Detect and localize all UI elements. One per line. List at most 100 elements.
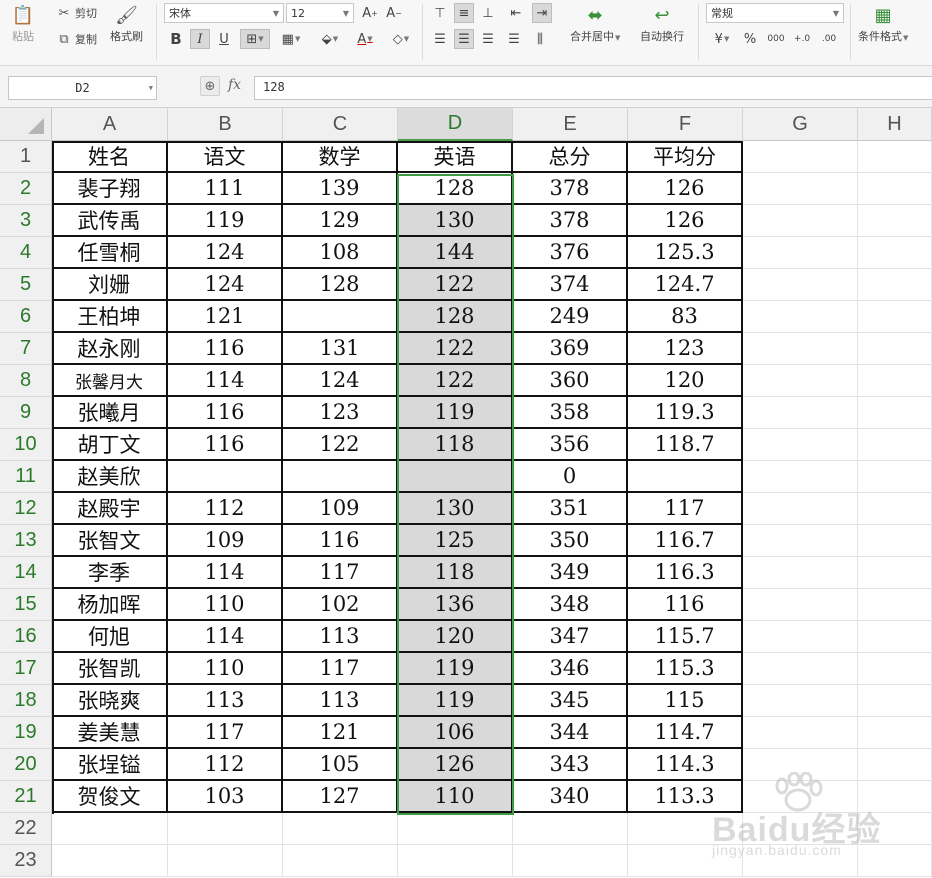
align-bottom-icon[interactable]: ⊥ bbox=[478, 3, 498, 23]
cell-c5[interactable]: 128 bbox=[283, 269, 398, 301]
cell-g13[interactable] bbox=[743, 525, 858, 557]
formula-input[interactable]: 128 bbox=[254, 76, 932, 100]
cell-h1[interactable] bbox=[858, 141, 932, 173]
cell-d1[interactable]: 英语 bbox=[398, 141, 513, 173]
column-header-e[interactable]: E bbox=[513, 108, 628, 141]
cell-g18[interactable] bbox=[743, 685, 858, 717]
cell-a18[interactable]: 张晓爽 bbox=[52, 685, 168, 717]
cell-g7[interactable] bbox=[743, 333, 858, 365]
cell-g15[interactable] bbox=[743, 589, 858, 621]
italic-icon[interactable]: I bbox=[190, 29, 210, 49]
row-header-19[interactable]: 19 bbox=[0, 717, 52, 749]
cell-e13[interactable]: 350 bbox=[513, 525, 628, 557]
underline-icon[interactable]: U bbox=[214, 29, 234, 49]
cell-a3[interactable]: 武传禹 bbox=[52, 205, 168, 237]
cell-a10[interactable]: 胡丁文 bbox=[52, 429, 168, 461]
cell-c8[interactable]: 124 bbox=[283, 365, 398, 397]
cell-h17[interactable] bbox=[858, 653, 932, 685]
cell-d3[interactable]: 130 bbox=[398, 205, 513, 237]
cell-f8[interactable]: 120 bbox=[628, 365, 743, 397]
cell-f1[interactable]: 平均分 bbox=[628, 141, 743, 173]
row-header-11[interactable]: 11 bbox=[0, 461, 52, 493]
cell-d11[interactable] bbox=[398, 461, 513, 493]
cell-d20[interactable]: 126 bbox=[398, 749, 513, 781]
cell-h3[interactable] bbox=[858, 205, 932, 237]
cell-b11[interactable] bbox=[168, 461, 283, 493]
cell-h13[interactable] bbox=[858, 525, 932, 557]
cell-c19[interactable]: 121 bbox=[283, 717, 398, 749]
distributed-icon[interactable]: ⫼ bbox=[530, 29, 550, 49]
cell-h6[interactable] bbox=[858, 301, 932, 333]
cell-e2[interactable]: 378 bbox=[513, 173, 628, 205]
increase-font-size-icon[interactable]: A + bbox=[360, 3, 380, 23]
cell-c14[interactable]: 117 bbox=[283, 557, 398, 589]
cell-f3[interactable]: 126 bbox=[628, 205, 743, 237]
cell-a6[interactable]: 王柏坤 bbox=[52, 301, 168, 333]
cell-g16[interactable] bbox=[743, 621, 858, 653]
cell-b1[interactable]: 语文 bbox=[168, 141, 283, 173]
cell-c17[interactable]: 117 bbox=[283, 653, 398, 685]
cell-g9[interactable] bbox=[743, 397, 858, 429]
cell-h12[interactable] bbox=[858, 493, 932, 525]
cell-c12[interactable]: 109 bbox=[283, 493, 398, 525]
cell-e12[interactable]: 351 bbox=[513, 493, 628, 525]
row-header-8[interactable]: 8 bbox=[0, 365, 52, 397]
align-center-icon[interactable]: ☰ bbox=[454, 29, 474, 49]
cell-c3[interactable]: 129 bbox=[283, 205, 398, 237]
cell-d22[interactable] bbox=[398, 813, 513, 845]
cell-h7[interactable] bbox=[858, 333, 932, 365]
cell-e20[interactable]: 343 bbox=[513, 749, 628, 781]
cell-style-icon[interactable]: ▦ ▼ bbox=[276, 29, 306, 49]
align-right-icon[interactable]: ☰ bbox=[478, 29, 498, 49]
row-header-12[interactable]: 12 bbox=[0, 493, 52, 525]
function-icon[interactable]: fx bbox=[228, 77, 241, 93]
cell-h18[interactable] bbox=[858, 685, 932, 717]
cell-f10[interactable]: 118.7 bbox=[628, 429, 743, 461]
justify-icon[interactable]: ☰ bbox=[504, 29, 524, 49]
cell-b23[interactable] bbox=[168, 845, 283, 877]
cell-c20[interactable]: 105 bbox=[283, 749, 398, 781]
cell-a5[interactable]: 刘姗 bbox=[52, 269, 168, 301]
cell-b9[interactable]: 116 bbox=[168, 397, 283, 429]
cell-a19[interactable]: 姜美慧 bbox=[52, 717, 168, 749]
cell-d16[interactable]: 120 bbox=[398, 621, 513, 653]
cell-g10[interactable] bbox=[743, 429, 858, 461]
cell-c10[interactable]: 122 bbox=[283, 429, 398, 461]
cell-h14[interactable] bbox=[858, 557, 932, 589]
cell-e16[interactable]: 347 bbox=[513, 621, 628, 653]
cell-d4[interactable]: 144 bbox=[398, 237, 513, 269]
cell-c16[interactable]: 113 bbox=[283, 621, 398, 653]
row-header-20[interactable]: 20 bbox=[0, 749, 52, 781]
row-header-6[interactable]: 6 bbox=[0, 301, 52, 333]
row-header-22[interactable]: 22 bbox=[0, 813, 52, 845]
cell-a13[interactable]: 张智文 bbox=[52, 525, 168, 557]
cell-f15[interactable]: 116 bbox=[628, 589, 743, 621]
cell-c9[interactable]: 123 bbox=[283, 397, 398, 429]
name-box[interactable]: D2 ▼ bbox=[8, 76, 157, 100]
cell-f18[interactable]: 115 bbox=[628, 685, 743, 717]
cell-a8[interactable]: 张馨月大 bbox=[52, 365, 168, 397]
cell-d17[interactable]: 119 bbox=[398, 653, 513, 685]
cell-b16[interactable]: 114 bbox=[168, 621, 283, 653]
cell-e8[interactable]: 360 bbox=[513, 365, 628, 397]
cell-f7[interactable]: 123 bbox=[628, 333, 743, 365]
row-header-3[interactable]: 3 bbox=[0, 205, 52, 237]
cell-e7[interactable]: 369 bbox=[513, 333, 628, 365]
cell-c2[interactable]: 139 bbox=[283, 173, 398, 205]
cell-a11[interactable]: 赵美欣 bbox=[52, 461, 168, 493]
cell-a20[interactable]: 张埕镒 bbox=[52, 749, 168, 781]
increase-decimal-icon[interactable]: +.0 bbox=[790, 29, 814, 49]
currency-button[interactable]: ¥ ▼ bbox=[708, 29, 736, 49]
cell-c18[interactable]: 113 bbox=[283, 685, 398, 717]
cell-d14[interactable]: 118 bbox=[398, 557, 513, 589]
column-header-h[interactable]: H bbox=[858, 108, 932, 141]
cell-d6[interactable]: 128 bbox=[398, 301, 513, 333]
row-header-1[interactable]: 1 bbox=[0, 141, 52, 173]
cell-g1[interactable] bbox=[743, 141, 858, 173]
number-format-select[interactable]: 常规 ▼ bbox=[706, 3, 844, 23]
cell-e11[interactable]: 0 bbox=[513, 461, 628, 493]
format-painter-button[interactable]: 🖌 格式刷 bbox=[110, 4, 143, 44]
cell-a22[interactable] bbox=[52, 813, 168, 845]
cell-h15[interactable] bbox=[858, 589, 932, 621]
row-header-9[interactable]: 9 bbox=[0, 397, 52, 429]
